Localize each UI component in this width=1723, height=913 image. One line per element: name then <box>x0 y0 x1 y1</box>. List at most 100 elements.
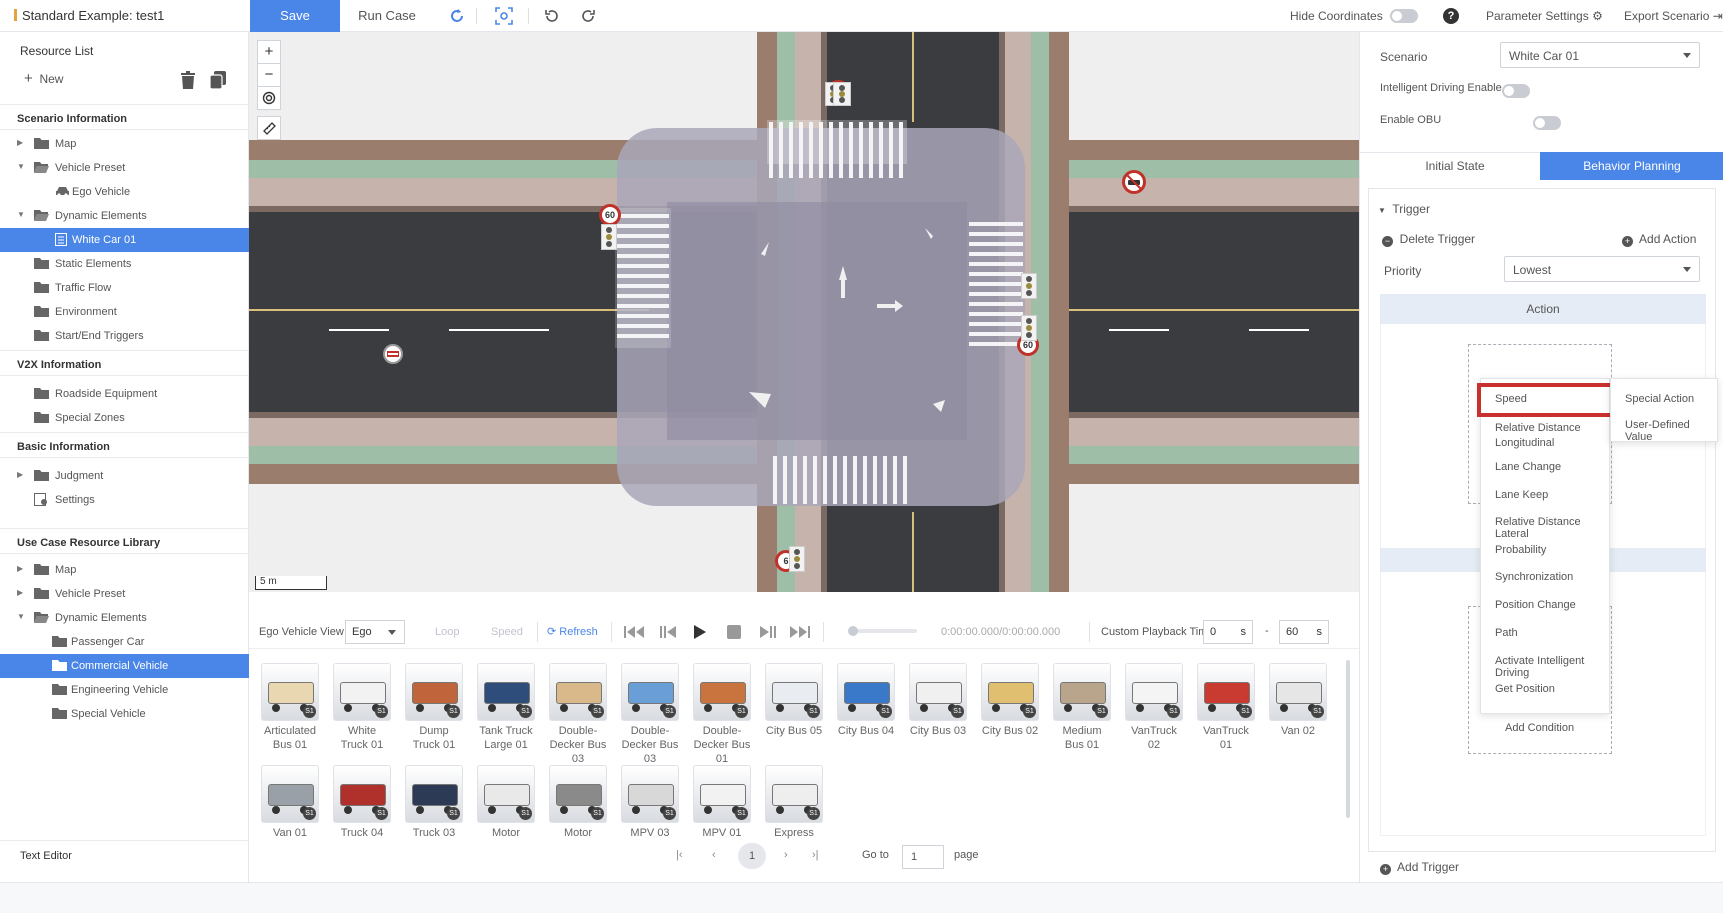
vehicle-card[interactable]: S1 Articulated Bus 01 <box>261 663 319 752</box>
tree-item-settings[interactable]: Settings <box>0 488 249 512</box>
tree-item-special-zones[interactable]: Special Zones <box>0 406 249 430</box>
scenario-information-header[interactable]: Scenario Information <box>0 104 249 130</box>
scenario-select[interactable]: White Car 01 <box>1500 42 1700 68</box>
intelligent-driving-toggle[interactable] <box>1502 84 1530 98</box>
loop-button[interactable]: Loop <box>435 626 459 638</box>
step-forward-icon[interactable] <box>759 625 777 639</box>
run-case-button[interactable]: Run Case <box>350 0 424 32</box>
trash-icon[interactable] <box>180 71 196 89</box>
menu-item-lane-change[interactable]: Lane Change <box>1495 461 1561 473</box>
enable-obu-toggle[interactable] <box>1533 116 1562 130</box>
add-condition-button[interactable]: Add Condition <box>1505 722 1574 734</box>
vehicle-card[interactable]: S1 City Bus 04 <box>837 663 895 738</box>
vehicle-card[interactable]: S1 City Bus 02 <box>981 663 1039 738</box>
add-action-button[interactable]: + Add Action <box>1622 232 1696 247</box>
vehicle-card[interactable]: S1 MPV 03 <box>621 765 679 840</box>
vehicle-card[interactable]: S1 Truck 04 <box>333 765 391 840</box>
vehicle-card[interactable]: S1 Medium Bus 01 <box>1053 663 1111 752</box>
vehicle-card[interactable]: S1 Double-Decker Bus 03 <box>549 663 607 766</box>
step-back-icon[interactable] <box>659 625 677 639</box>
lib-item-dynamic-elements[interactable]: ▼ Dynamic Elements <box>0 606 249 630</box>
vehicle-card[interactable]: S1 Double-Decker Bus 01 <box>693 663 751 766</box>
text-editor-tab[interactable]: Text Editor <box>20 850 72 862</box>
hide-coordinates-toggle[interactable] <box>1390 9 1418 23</box>
current-page[interactable]: 1 <box>738 843 766 869</box>
screenshot-icon[interactable] <box>495 7 513 25</box>
lib-item-commercial-vehicle[interactable]: Commercial Vehicle <box>0 654 249 678</box>
traffic-light-icon[interactable] <box>1021 273 1037 299</box>
menu-item-special-action[interactable]: Special Action <box>1625 393 1694 405</box>
tree-item-vehicle-preset[interactable]: ▼ Vehicle Preset <box>0 156 249 180</box>
zoom-in-button[interactable]: + <box>257 40 281 64</box>
lib-item-engineering-vehicle[interactable]: Engineering Vehicle <box>0 678 249 702</box>
lib-item-vehicle-preset[interactable]: ▶ Vehicle Preset <box>0 582 249 606</box>
parameter-settings-button[interactable]: Parameter Settings ⚙ <box>1486 9 1603 23</box>
zoom-out-button[interactable]: − <box>257 63 281 87</box>
vehicle-card[interactable]: S1 Truck 03 <box>405 765 463 840</box>
tree-item-start-end-triggers[interactable]: Start/End Triggers <box>0 324 249 348</box>
use-case-library-header[interactable]: Use Case Resource Library <box>0 528 249 554</box>
stop-icon[interactable] <box>727 625 741 639</box>
export-scenario-button[interactable]: Export Scenario ⇥ <box>1624 9 1723 23</box>
reset-view-icon[interactable] <box>448 7 466 25</box>
vehicle-card[interactable]: S1 Van 01 <box>261 765 319 840</box>
menu-item-activate-intelligent-driving[interactable]: Activate Intelligent Driving <box>1495 655 1609 679</box>
save-button[interactable]: Save <box>250 0 340 32</box>
vehicle-card[interactable]: S1 MPV 01 <box>693 765 751 840</box>
trigger-header[interactable]: ▼ Trigger <box>1378 202 1430 216</box>
vehicle-card[interactable]: S1 VanTruck 02 <box>1125 663 1183 752</box>
menu-item-lane-keep[interactable]: Lane Keep <box>1495 489 1548 501</box>
traffic-light-icon[interactable] <box>601 224 617 250</box>
menu-item-probability[interactable]: Probability <box>1495 544 1546 556</box>
menu-item-position-change[interactable]: Position Change <box>1495 599 1576 611</box>
speed-button[interactable]: Speed <box>491 626 523 638</box>
tab-initial-state[interactable]: Initial State <box>1370 152 1540 180</box>
vehicle-card[interactable]: S1 City Bus 05 <box>765 663 823 738</box>
last-page-button[interactable]: ›| <box>812 849 819 861</box>
lib-item-passenger-car[interactable]: Passenger Car <box>0 630 249 654</box>
v2x-information-header[interactable]: V2X Information <box>0 350 249 376</box>
prev-page-button[interactable]: ‹ <box>712 849 716 861</box>
tree-item-map[interactable]: ▶ Map <box>0 132 249 156</box>
playback-start-input[interactable]: 0s <box>1203 620 1253 644</box>
help-icon[interactable]: ? <box>1443 8 1459 24</box>
skip-to-end-icon[interactable] <box>789 625 811 639</box>
menu-item-user-defined-value[interactable]: User-Defined Value <box>1625 419 1717 443</box>
menu-item-path[interactable]: Path <box>1495 627 1518 639</box>
vehicle-card[interactable]: S1 Tank Truck Large 01 <box>477 663 535 752</box>
vehicle-card[interactable]: S1 White Truck 01 <box>333 663 391 752</box>
tree-item-roadside-equipment[interactable]: Roadside Equipment <box>0 382 249 406</box>
tree-item-environment[interactable]: Environment <box>0 300 249 324</box>
basic-information-header[interactable]: Basic Information <box>0 432 249 458</box>
vehicle-card[interactable]: S1 Double-Decker Bus 03 <box>621 663 679 766</box>
vehicle-card[interactable]: S1 Van 02 <box>1269 663 1327 738</box>
scenario-map-canvas[interactable]: 60 60 30 6 + − 5 m <box>249 32 1359 592</box>
white-car-01-marker[interactable] <box>383 344 403 364</box>
tree-item-ego-vehicle[interactable]: Ego Vehicle <box>0 180 249 204</box>
traffic-light-icon[interactable] <box>833 82 851 106</box>
lib-item-special-vehicle[interactable]: Special Vehicle <box>0 702 249 726</box>
vehicle-card[interactable]: S1 Motor <box>549 765 607 840</box>
add-trigger-button[interactable]: + Add Trigger <box>1380 860 1459 875</box>
copy-icon[interactable] <box>210 71 226 89</box>
tree-item-dynamic-elements[interactable]: ▼ Dynamic Elements <box>0 204 249 228</box>
vehicle-card[interactable]: S1 Motor <box>477 765 535 840</box>
vehicle-card[interactable]: S1 City Bus 03 <box>909 663 967 738</box>
view-select[interactable]: Ego <box>345 620 405 644</box>
first-page-button[interactable]: |‹ <box>676 849 683 861</box>
timeline-slider[interactable] <box>848 626 917 636</box>
speed-limit-sign[interactable]: 60 <box>599 204 621 226</box>
priority-select[interactable]: Lowest <box>1504 256 1700 282</box>
lib-item-map[interactable]: ▶ Map <box>0 558 249 582</box>
vehicle-card[interactable]: S1 Express <box>765 765 823 840</box>
menu-item-get-position[interactable]: Get Position <box>1495 683 1555 695</box>
traffic-light-icon[interactable] <box>1021 315 1037 341</box>
menu-item-relative-distance-lateral[interactable]: Relative Distance Lateral <box>1495 516 1609 540</box>
tree-item-traffic-flow[interactable]: Traffic Flow <box>0 276 249 300</box>
vehicle-card[interactable]: S1 VanTruck 01 <box>1197 663 1255 752</box>
menu-item-relative-distance-longitudinal[interactable]: Relative Distance Longitudinal <box>1495 421 1595 451</box>
library-scrollbar[interactable] <box>1346 660 1350 818</box>
tab-behavior-planning[interactable]: Behavior Planning <box>1540 152 1723 180</box>
vehicle-card[interactable]: S1 Dump Truck 01 <box>405 663 463 752</box>
goto-page-input[interactable]: 1 <box>902 845 944 869</box>
